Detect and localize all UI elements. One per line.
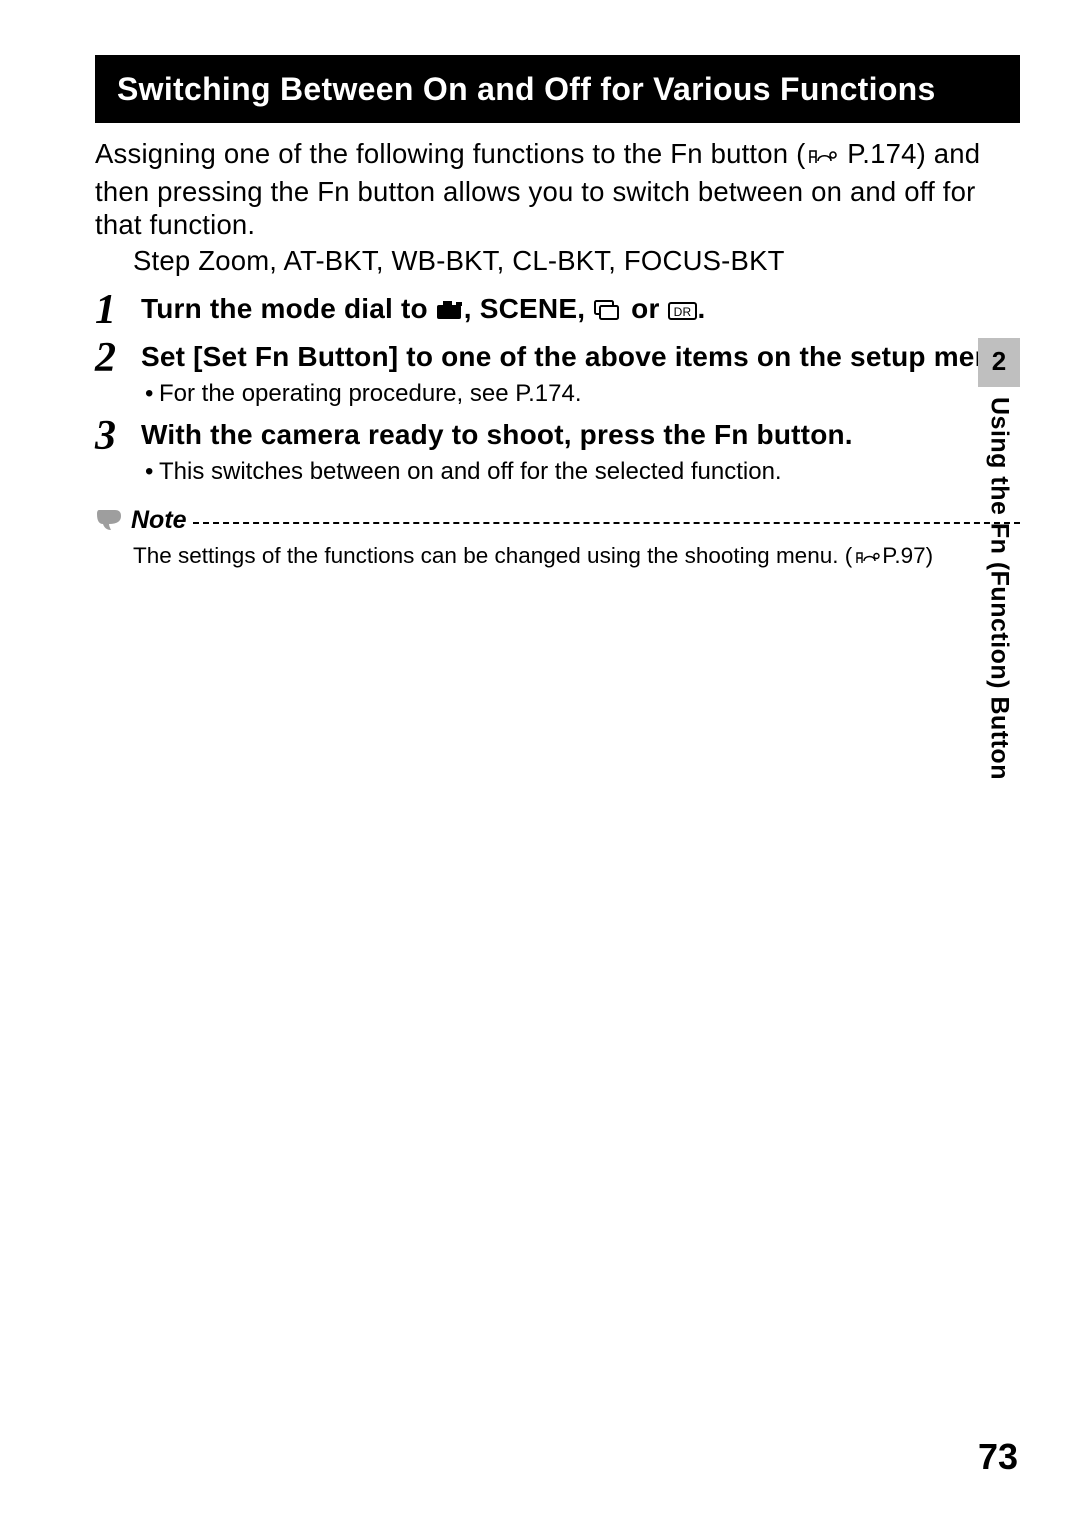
step-1-text-or: or bbox=[623, 293, 667, 324]
continuous-icon bbox=[593, 294, 623, 329]
step-1-title: Turn the mode dial to , SCENE, or DR. bbox=[141, 291, 1020, 329]
side-tab: 2 Using the Fn (Function) Button bbox=[978, 338, 1020, 780]
step-3: 3 With the camera ready to shoot, press … bbox=[95, 415, 1020, 487]
note-body: The settings of the functions can be cha… bbox=[95, 541, 1020, 574]
note-text-post: P.97) bbox=[882, 543, 933, 568]
dr-mode-icon: DR bbox=[668, 294, 698, 329]
reference-icon bbox=[807, 141, 837, 175]
step-3-title: With the camera ready to shoot, press th… bbox=[141, 417, 1020, 452]
step-number-3: 3 bbox=[95, 415, 137, 457]
note-dash-line bbox=[193, 522, 1020, 524]
step-number-2: 2 bbox=[95, 337, 137, 379]
note-icon bbox=[95, 506, 123, 534]
step-2-bullet-text: For the operating procedure, see P.174. bbox=[159, 380, 582, 407]
step-1: 1 Turn the mode dial to , SCENE, or DR. bbox=[95, 289, 1020, 331]
step-1-text-end: . bbox=[698, 293, 706, 324]
note-label: Note bbox=[131, 506, 187, 535]
camera-icon bbox=[436, 294, 464, 329]
section-title: Switching Between On and Off for Various… bbox=[95, 55, 1020, 123]
intro-sub-list: Step Zoom, AT-BKT, WB-BKT, CL-BKT, FOCUS… bbox=[95, 244, 1020, 278]
note-text-pre: The settings of the functions can be cha… bbox=[133, 543, 852, 568]
note-header: Note bbox=[95, 506, 1020, 535]
intro-paragraph: Assigning one of the following functions… bbox=[95, 137, 1020, 277]
page-number: 73 bbox=[978, 1436, 1018, 1478]
svg-text:DR: DR bbox=[673, 305, 691, 319]
step-number-1: 1 bbox=[95, 289, 137, 331]
chapter-number-tab: 2 bbox=[978, 338, 1020, 387]
reference-icon bbox=[854, 545, 880, 574]
step-2-title: Set [Set Fn Button] to one of the above … bbox=[141, 339, 1020, 374]
chapter-label-vertical: Using the Fn (Function) Button bbox=[985, 397, 1014, 780]
intro-text-1: Assigning one of the following functions… bbox=[95, 138, 805, 169]
step-3-bullet-text: This switches between on and off for the… bbox=[159, 458, 782, 485]
step-2-bullet: •For the operating procedure, see P.174. bbox=[141, 378, 1020, 409]
step-1-text-mid: , SCENE, bbox=[464, 293, 593, 324]
step-3-bullet: •This switches between on and off for th… bbox=[141, 456, 1020, 487]
step-1-text-pre: Turn the mode dial to bbox=[141, 293, 436, 324]
step-2: 2 Set [Set Fn Button] to one of the abov… bbox=[95, 337, 1020, 409]
